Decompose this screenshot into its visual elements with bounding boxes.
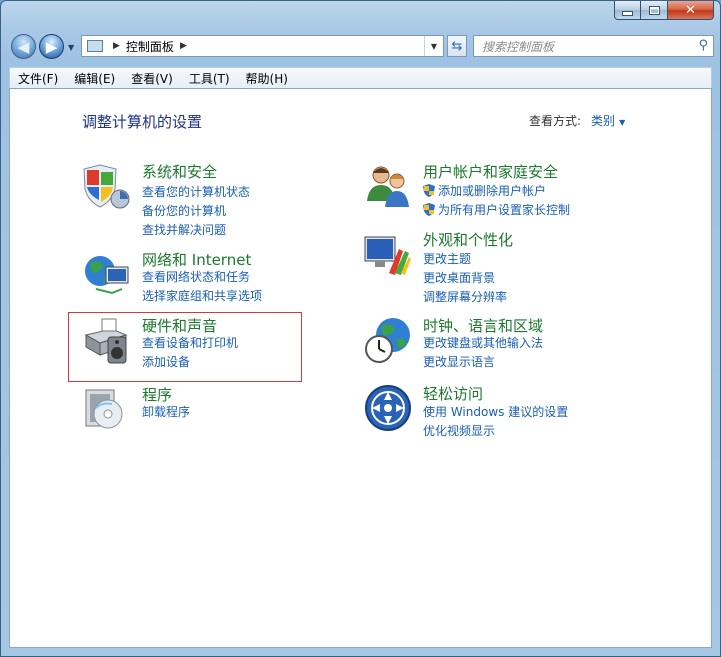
printer-speaker-icon[interactable] — [82, 315, 132, 365]
control-panel-window: ✕ ◀ ▶ ▼ ▶ 控制面板 ▶ ▼ ⇆ 搜索控制面板 ⚲ 文件(F) 编辑(E… — [0, 0, 721, 657]
menu-edit[interactable]: 编辑(E) — [66, 70, 123, 87]
link-backup-computer[interactable]: 备份您的计算机 — [142, 202, 226, 219]
breadcrumb-separator-icon[interactable]: ▶ — [113, 41, 120, 51]
arrow-right-icon: ▶ — [45, 37, 58, 56]
menu-view[interactable]: 查看(V) — [123, 70, 181, 87]
category-user-accounts: 用户帐户和家庭安全 添加或删除用户帐户 为所有用户设置家长控制 — [363, 161, 623, 221]
minimize-icon — [622, 10, 633, 16]
link-change-keyboard[interactable]: 更改键盘或其他输入法 — [423, 334, 543, 351]
link-text: 为所有用户设置家长控制 — [438, 203, 571, 217]
search-input[interactable]: 搜索控制面板 ⚲ — [473, 35, 714, 57]
view-by-selector[interactable]: 类别 — [591, 114, 615, 128]
category-appearance: 外观和个性化 更改主题 更改桌面背景 调整屏幕分辨率 — [363, 229, 623, 304]
category-title[interactable]: 时钟、语言和区域 — [423, 315, 543, 336]
users-icon[interactable] — [363, 161, 413, 211]
minimize-button[interactable] — [614, 1, 641, 20]
link-optimize-video[interactable]: 优化视频显示 — [423, 422, 495, 439]
address-dropdown-icon[interactable]: ▼ — [424, 36, 443, 56]
programs-disc-icon[interactable] — [82, 384, 132, 434]
menu-help[interactable]: 帮助(H) — [238, 70, 296, 87]
link-display-language[interactable]: 更改显示语言 — [423, 353, 495, 370]
monitor-palette-icon[interactable] — [363, 229, 413, 279]
category-network-internet: 网络和 Internet 查看网络状态和任务 选择家庭组和共享选项 — [82, 249, 312, 309]
link-desktop-background[interactable]: 更改桌面背景 — [423, 269, 495, 286]
link-parental-controls[interactable]: 为所有用户设置家长控制 — [423, 201, 570, 218]
link-screen-resolution[interactable]: 调整屏幕分辨率 — [423, 288, 507, 305]
category-title[interactable]: 网络和 Internet — [142, 249, 251, 270]
link-add-remove-accounts[interactable]: 添加或删除用户帐户 — [423, 182, 546, 199]
view-by-label: 查看方式: — [529, 114, 582, 128]
breadcrumb-separator-icon[interactable]: ▶ — [180, 41, 187, 51]
category-title[interactable]: 系统和安全 — [142, 161, 217, 182]
link-text: 添加或删除用户帐户 — [438, 184, 547, 198]
caption-buttons: ✕ — [614, 1, 714, 20]
address-bar[interactable]: ▶ 控制面板 ▶ ▼ — [81, 35, 444, 57]
ease-of-access-icon[interactable] — [363, 383, 413, 433]
uac-shield-icon — [423, 203, 435, 216]
shield-security-icon[interactable] — [82, 161, 132, 211]
category-hardware-sound: 硬件和声音 查看设备和打印机 添加设备 — [82, 315, 312, 375]
navigation-bar: ◀ ▶ ▼ ▶ 控制面板 ▶ ▼ ⇆ 搜索控制面板 ⚲ — [9, 34, 714, 60]
search-placeholder: 搜索控制面板 — [482, 39, 555, 54]
refresh-icon: ⇆ — [451, 38, 463, 54]
search-icon[interactable]: ⚲ — [698, 38, 708, 53]
category-programs: 程序 卸载程序 — [82, 384, 312, 434]
link-devices-printers[interactable]: 查看设备和打印机 — [142, 334, 238, 351]
arrow-left-icon: ◀ — [17, 37, 30, 56]
breadcrumb-control-panel[interactable]: 控制面板 — [126, 38, 174, 55]
clock-globe-icon[interactable] — [363, 315, 413, 365]
link-uninstall-program[interactable]: 卸载程序 — [142, 403, 190, 420]
link-add-device[interactable]: 添加设备 — [142, 353, 190, 370]
close-button[interactable]: ✕ — [668, 1, 714, 20]
back-button[interactable]: ◀ — [11, 34, 36, 59]
page-title: 调整计算机的设置 — [82, 113, 203, 131]
network-globe-icon[interactable] — [82, 249, 132, 299]
chevron-down-icon[interactable]: ▼ — [619, 118, 625, 127]
category-title[interactable]: 硬件和声音 — [142, 315, 217, 336]
maximize-button[interactable] — [641, 1, 668, 20]
link-homegroup-sharing[interactable]: 选择家庭组和共享选项 — [142, 287, 262, 304]
link-change-theme[interactable]: 更改主题 — [423, 250, 471, 267]
category-ease-of-access: 轻松访问 使用 Windows 建议的设置 优化视频显示 — [363, 383, 623, 443]
menu-tools[interactable]: 工具(T) — [181, 70, 238, 87]
category-title[interactable]: 程序 — [142, 384, 172, 405]
category-system-security: 系统和安全 查看您的计算机状态 备份您的计算机 查找并解决问题 — [82, 161, 312, 237]
close-icon: ✕ — [685, 2, 696, 18]
category-title[interactable]: 用户帐户和家庭安全 — [423, 161, 558, 182]
refresh-button[interactable]: ⇆ — [447, 35, 467, 57]
menu-bar: 文件(F) 编辑(E) 查看(V) 工具(T) 帮助(H) — [9, 67, 712, 88]
uac-shield-icon — [423, 184, 435, 197]
link-network-status[interactable]: 查看网络状态和任务 — [142, 268, 250, 285]
category-title[interactable]: 轻松访问 — [423, 383, 483, 404]
content-area: 调整计算机的设置 查看方式: 类别 ▼ 系统和安全 查看您的计算机状态 备份您的计算… — [9, 88, 712, 648]
category-clock-language: 时钟、语言和区域 更改键盘或其他输入法 更改显示语言 — [363, 315, 623, 375]
recent-pages-chevron-icon[interactable]: ▼ — [68, 43, 74, 52]
link-windows-recommended[interactable]: 使用 Windows 建议的设置 — [423, 403, 568, 420]
link-view-computer-status[interactable]: 查看您的计算机状态 — [142, 183, 250, 200]
control-panel-icon — [87, 40, 103, 52]
link-troubleshoot[interactable]: 查找并解决问题 — [142, 221, 226, 238]
menu-file[interactable]: 文件(F) — [10, 70, 66, 87]
maximize-icon — [648, 5, 660, 15]
view-by: 查看方式: 类别 ▼ — [529, 112, 625, 129]
category-title[interactable]: 外观和个性化 — [423, 229, 513, 250]
forward-button[interactable]: ▶ — [39, 34, 64, 59]
